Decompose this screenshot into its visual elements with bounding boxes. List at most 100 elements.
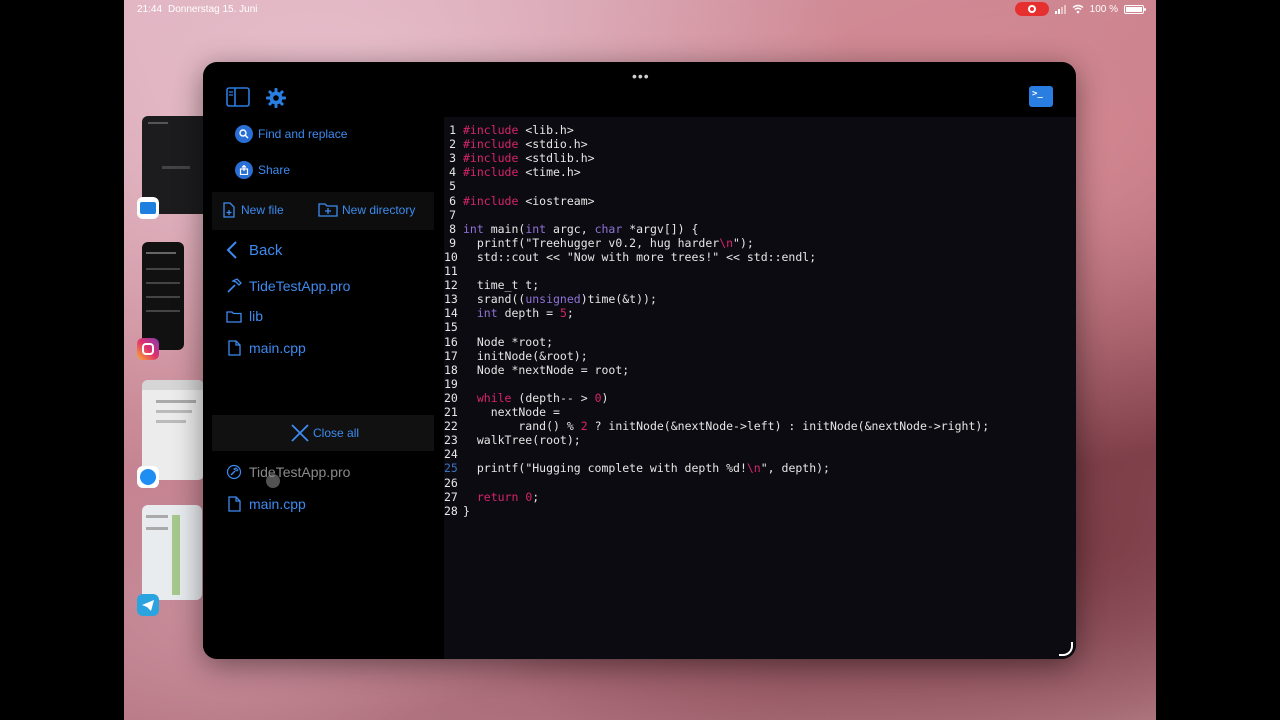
sidebar-toggle-icon[interactable] [226,87,250,107]
gear-icon[interactable] [265,87,287,109]
line-number: 18 [444,362,458,377]
file-sidebar: Find and replace Share New file New dire… [203,117,444,659]
line-number: 20 [444,390,458,405]
background-app-card[interactable] [142,505,202,600]
new-folder-icon [318,203,338,217]
browser-item-label: main.cpp [249,340,306,356]
files-app-icon[interactable] [137,197,159,219]
document-icon [225,340,243,356]
status-time: 21:44 [137,4,163,15]
code-text: nextNode = [463,405,560,419]
search-icon [235,125,253,143]
browser-item-label: TideTestApp.pro [249,278,351,294]
line-number: 8 [449,221,456,236]
back-label: Back [249,241,283,259]
find-replace-label: Find and replace [258,127,348,141]
close-icon [291,424,309,442]
status-bar: 21:44 Donnerstag 15. Juni 100 % [124,0,1156,18]
line-number: 6 [449,193,456,208]
find-replace-button[interactable]: Find and replace [235,125,347,143]
code-text: #include <iostream> [463,193,595,208]
screen-recording-icon[interactable] [1014,2,1049,16]
chevron-left-icon [226,241,237,259]
browser-item-main-cpp[interactable]: main.cpp [225,340,306,356]
line-number: 1 [449,123,456,137]
new-file-label: New file [241,203,284,217]
new-directory-button[interactable]: New directory [318,202,415,217]
line-number: 21 [444,405,458,419]
code-editor[interactable]: 1 #include <lib.h> 2 #include <stdio.h> 3 #in… [444,117,1076,659]
line-number: 15 [444,320,458,335]
terminal-button[interactable]: >_ [1029,86,1053,107]
code-text: Node *nextNode = root; [463,362,630,377]
line-number: 3 [449,151,456,166]
line-number: 25 [444,461,458,476]
back-button[interactable]: Back [225,240,282,260]
wifi-icon [1072,4,1084,14]
new-directory-label: New directory [342,202,416,217]
code-text: #include <stdio.h> [463,137,588,152]
code-text: rand() % 2 ? initNode(&nextNode->left) :… [463,419,990,434]
line-number: 14 [444,306,458,321]
code-text: printf("Treehugger v0.2, hug harder\n"); [463,235,754,250]
share-icon [235,161,253,179]
multitasking-menu-icon[interactable]: ••• [632,68,650,84]
line-number: 24 [444,447,458,462]
folder-icon [225,310,243,323]
code-text: #include <stdlib.h> [463,151,595,166]
code-text: return 0; [476,489,540,504]
code-text: initNode(&root); [463,348,588,363]
line-number: 7 [449,207,456,222]
line-number: 22 [444,419,458,434]
line-number: 17 [444,348,458,363]
code-text: } [463,503,470,518]
open-file-label: main.cpp [249,496,306,512]
line-number: 5 [449,179,456,194]
background-app-card[interactable] [142,242,184,350]
code-text: int depth = 5; [476,306,574,321]
browser-item-lib[interactable]: lib [225,308,263,324]
cellular-signal-icon [1054,4,1066,14]
code-text: #include <time.h> [463,165,581,180]
new-file-button[interactable]: New file [222,202,284,218]
telegram-app-icon[interactable] [137,594,159,616]
code-text: srand((unsigned)time(&t)); [463,292,657,307]
status-date: Donnerstag 15. Juni [168,4,258,15]
touch-indicator [266,474,280,488]
open-file-project[interactable]: TideTestApp.pro [225,464,350,480]
background-app-card[interactable] [142,380,204,480]
code-text: while (depth-- > 0) [476,390,609,405]
safari-app-icon[interactable] [137,466,159,488]
instagram-app-icon[interactable] [137,338,159,360]
share-button[interactable]: Share [235,161,290,179]
document-icon [225,496,243,512]
battery-level [1126,6,1142,12]
browser-item-label: lib [249,308,264,324]
line-number: 9 [449,235,456,250]
file-actions-bar: New file New directory [212,192,434,230]
code-text: #include <lib.h> [463,123,574,137]
code-text: walkTree(root); [463,433,581,448]
battery-icon [1124,4,1146,14]
line-number: 19 [444,376,458,391]
hammer-icon [225,464,243,480]
line-number: 16 [444,334,458,349]
line-number: 10 [444,249,458,264]
open-file-label: TideTestApp.pro [249,464,351,480]
new-file-icon [223,202,235,218]
line-number: 23 [444,433,458,448]
line-number: 27 [444,489,458,504]
close-all-button[interactable]: Close all [290,423,359,443]
open-file-main-cpp[interactable]: main.cpp [225,496,306,512]
code-text: int main(int argc, char *argv[]) { [463,221,699,236]
browser-item-project[interactable]: TideTestApp.pro [225,278,350,294]
line-number: 13 [444,292,458,307]
code-text: printf("Hugging complete with depth %d!\… [463,461,830,476]
line-number: 4 [449,165,456,180]
terminal-icon: >_ [1032,89,1043,99]
line-number: 28 [444,503,458,518]
hammer-icon [225,278,243,294]
battery-percentage: 100 % [1089,3,1118,15]
code-text: Node *root; [463,334,554,349]
close-all-label: Close all [313,426,360,440]
